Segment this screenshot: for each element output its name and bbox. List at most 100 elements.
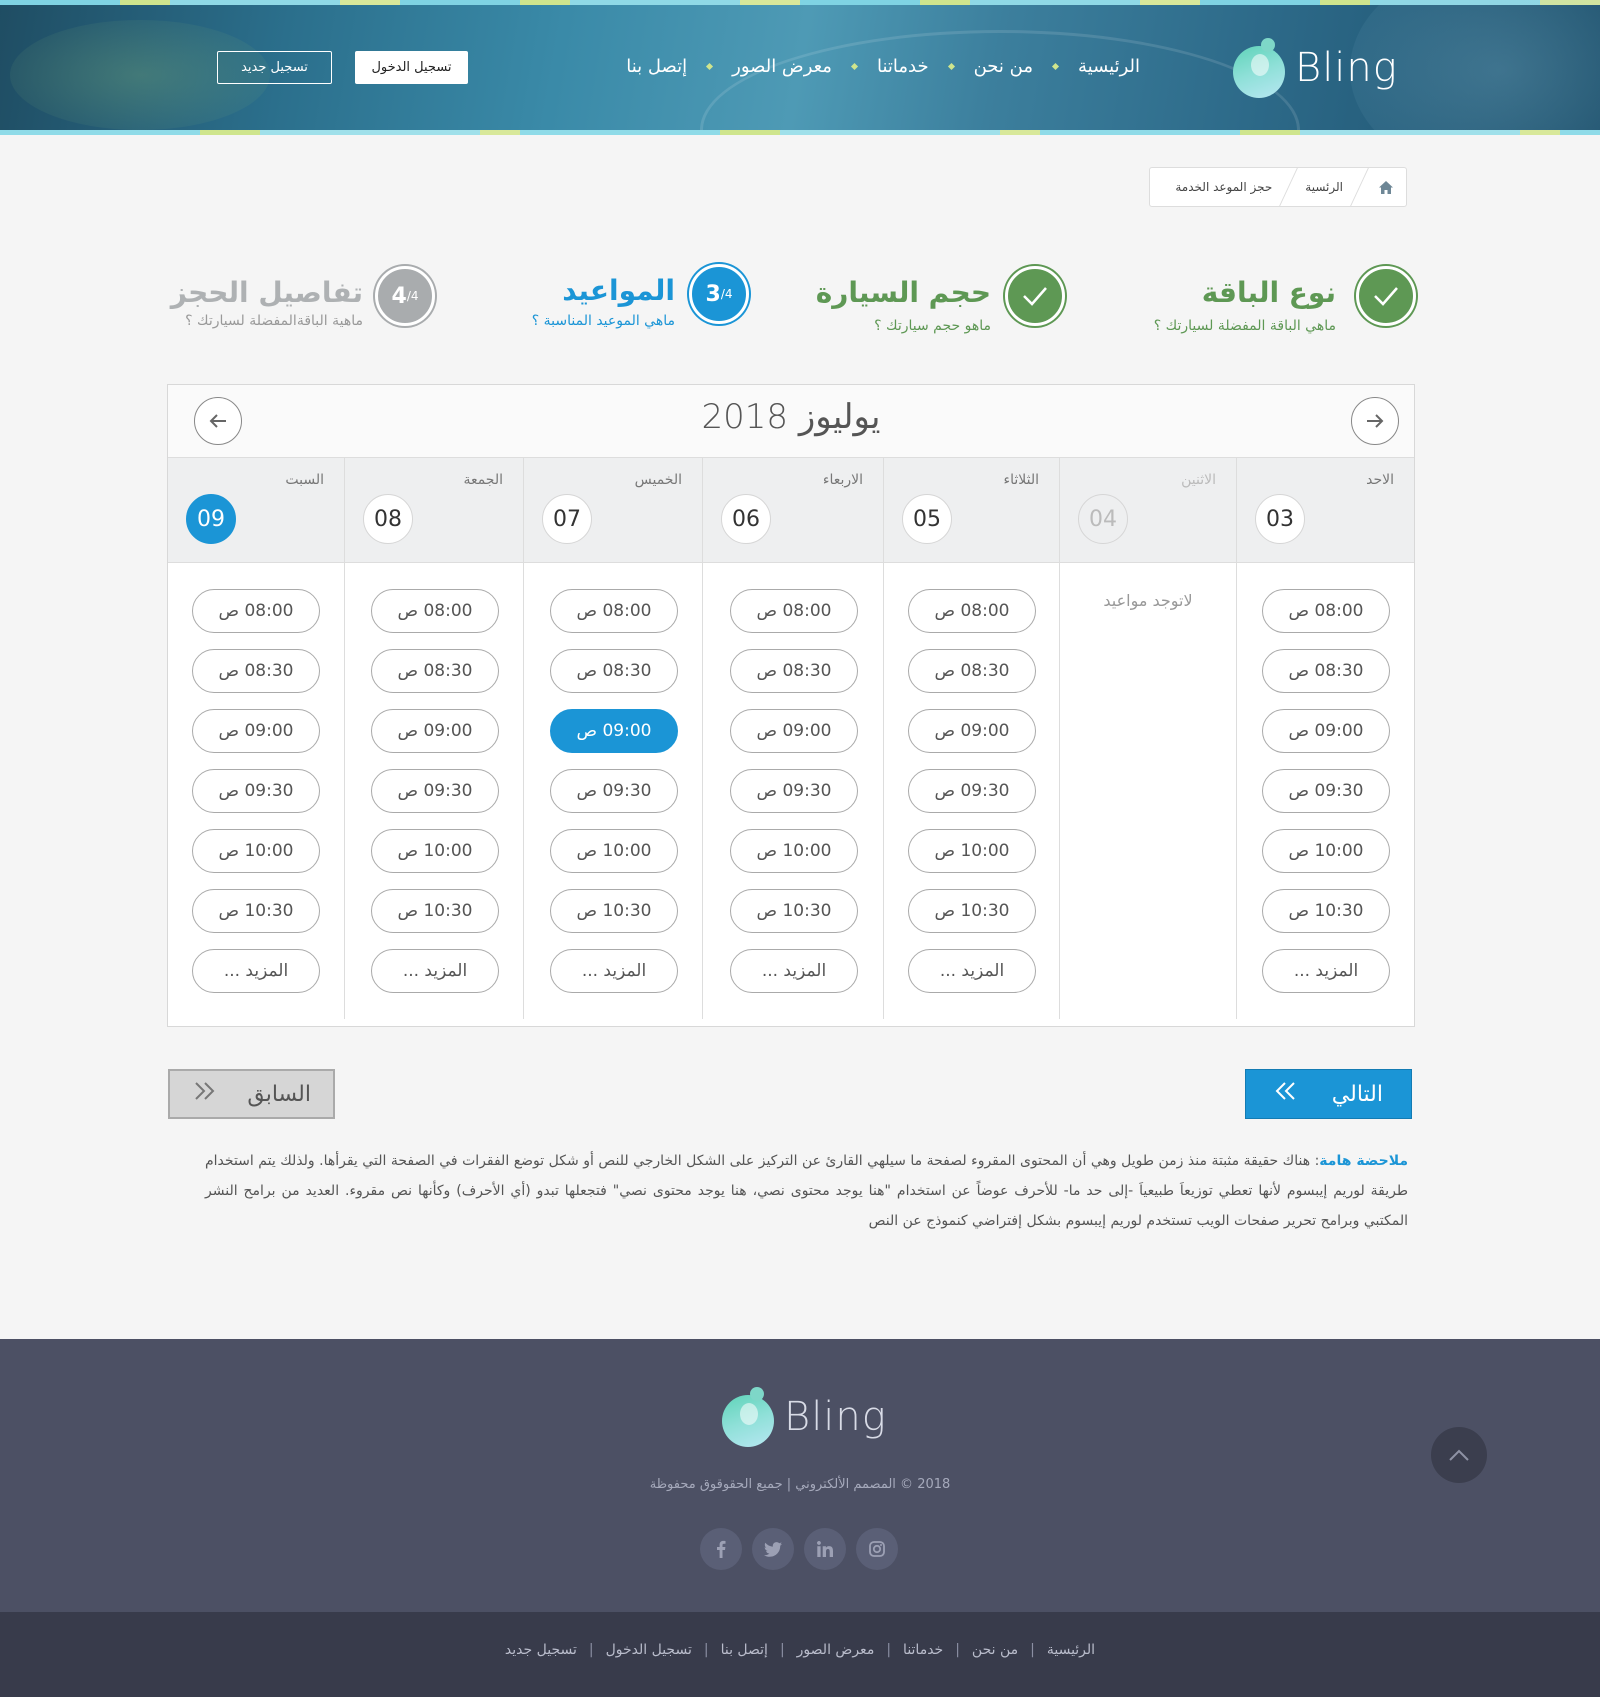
instagram-icon[interactable] (856, 1528, 898, 1570)
day-sunday[interactable]: الاحد 03 (1236, 458, 1414, 563)
nav-item-gallery[interactable]: معرض الصور (732, 56, 832, 77)
time-slot-button[interactable]: 09:00 ص (1262, 709, 1390, 753)
time-slot-button[interactable]: 09:00 ص (908, 709, 1036, 753)
time-slot-button[interactable]: 10:30 ص (550, 889, 678, 933)
day-wednesday[interactable]: الاربعاء 06 (702, 458, 883, 563)
footer-link-gallery[interactable]: معرض الصور (785, 1642, 887, 1658)
calendar-days-row: الاحد 03 الاثنين 04 الثلاثاء 05 الاربعاء… (168, 458, 1414, 563)
time-slot-button[interactable]: 08:30 ص (1262, 649, 1390, 693)
time-slot-button[interactable]: 10:30 ص (192, 889, 320, 933)
time-slot-button[interactable]: 09:30 ص (192, 769, 320, 813)
time-slot-button[interactable]: 09:00 ص (192, 709, 320, 753)
day-number[interactable]: 08 (363, 494, 413, 544)
note-text: هناك حقيقة مثبتة منذ زمن طويل وهي أن الم… (205, 1153, 1408, 1229)
time-slot-button[interactable]: 10:00 ص (550, 829, 678, 873)
time-slot-button[interactable]: 09:00 ص (371, 709, 499, 753)
time-slot-button[interactable]: 10:00 ص (1262, 829, 1390, 873)
time-slot-button[interactable]: 08:00 ص (730, 589, 858, 633)
linkedin-icon[interactable] (804, 1528, 846, 1570)
day-tuesday[interactable]: الثلاثاء 05 (883, 458, 1059, 563)
footer-link-home[interactable]: الرئيسية (1035, 1642, 1107, 1658)
slot-column: 08:00 ص 08:30 ص 09:00 ص 09:30 ص 10:00 ص 10:30… (168, 563, 344, 1019)
twitter-icon[interactable] (752, 1528, 794, 1570)
time-slot-button[interactable]: 09:30 ص (730, 769, 858, 813)
double-chevron-left-icon (1274, 1081, 1298, 1107)
time-slot-button[interactable]: 09:30 ص (550, 769, 678, 813)
breadcrumb-home[interactable]: الرئسية (1295, 180, 1353, 194)
footer-link-register[interactable]: تسجيل جديد (493, 1642, 589, 1658)
footer-link-about[interactable]: من نحن (960, 1642, 1030, 1658)
more-slots-button[interactable]: المزيد ... (1262, 949, 1390, 993)
time-slot-button[interactable]: 10:30 ص (371, 889, 499, 933)
time-slot-button[interactable]: 09:30 ص (371, 769, 499, 813)
prev-week-arrow-icon[interactable] (194, 397, 242, 445)
day-saturday[interactable]: السبت 09 (168, 458, 344, 563)
more-slots-button[interactable]: المزيد ... (192, 949, 320, 993)
time-slot-button[interactable]: 10:00 ص (192, 829, 320, 873)
time-slot-button[interactable]: 10:00 ص (730, 829, 858, 873)
nav-item-home[interactable]: الرئيسية (1078, 56, 1140, 77)
next-button[interactable]: التالي (1245, 1069, 1412, 1119)
register-button[interactable]: تسجيل جديد (217, 51, 332, 84)
next-week-arrow-icon[interactable] (1351, 397, 1399, 445)
day-friday[interactable]: الجمعة 08 (344, 458, 523, 563)
previous-button[interactable]: السابق (168, 1069, 335, 1119)
header-bottom-stripe (0, 130, 1600, 135)
important-note: ملاحضة هامة: هناك حقيقة مثبتة منذ زمن طو… (205, 1153, 1408, 1229)
time-slot-button[interactable]: 08:00 ص (371, 589, 499, 633)
more-slots-button[interactable]: المزيد ... (550, 949, 678, 993)
day-number[interactable]: 06 (721, 494, 771, 544)
site-logo[interactable]: Bling (1233, 36, 1398, 100)
step-title: حجم السيارة (815, 276, 991, 309)
slot-column: 08:00 ص 08:30 ص 09:00 ص 09:30 ص 10:00 ص 10:30… (883, 563, 1059, 1019)
nav-item-about[interactable]: من نحن (974, 56, 1033, 77)
time-slot-button[interactable]: 09:00 ص (730, 709, 858, 753)
logo-drop-icon (1233, 36, 1289, 100)
facebook-icon[interactable] (700, 1528, 742, 1570)
calendar-header: يوليوز 2018 (168, 385, 1414, 458)
site-header: Bling الرئيسية من نحن خدماتنا معرض الصور… (0, 0, 1600, 135)
more-slots-button[interactable]: المزيد ... (730, 949, 858, 993)
day-number[interactable]: 09 (186, 494, 236, 544)
time-slot-button[interactable]: 10:00 ص (371, 829, 499, 873)
scroll-to-top-icon[interactable] (1431, 1427, 1487, 1483)
check-icon (1356, 266, 1416, 326)
note-label: ملاحضة هامة (1319, 1153, 1408, 1169)
time-slot-button[interactable]: 08:30 ص (192, 649, 320, 693)
footer-link-contact[interactable]: إتصل بنا (709, 1642, 780, 1658)
time-slot-button[interactable]: 08:00 ص (908, 589, 1036, 633)
time-slot-button[interactable]: 08:00 ص (550, 589, 678, 633)
footer-link-login[interactable]: تسجيل الدخول (594, 1642, 704, 1658)
nav-item-contact[interactable]: إتصل بنا (626, 56, 687, 77)
time-slot-button[interactable]: 10:00 ص (908, 829, 1036, 873)
footer-link-services[interactable]: خدماتنا (891, 1642, 955, 1658)
step-number-badge: 4/4 (375, 266, 435, 326)
copyright-text: 2018 © المصمم الألكتروني | جميع الحقوقوق… (649, 1477, 951, 1492)
time-slot-button[interactable]: 10:30 ص (730, 889, 858, 933)
time-slot-button[interactable]: 08:00 ص (1262, 589, 1390, 633)
no-slots-text: لاتوجد مواعيد (1103, 591, 1193, 610)
time-slot-button[interactable]: 10:30 ص (1262, 889, 1390, 933)
time-slot-button[interactable]: 09:30 ص (908, 769, 1036, 813)
day-thursday[interactable]: الخميس 07 (523, 458, 702, 563)
home-icon[interactable] (1366, 168, 1406, 206)
nav-item-services[interactable]: خدماتنا (877, 56, 929, 77)
day-number[interactable]: 03 (1255, 494, 1305, 544)
more-slots-button[interactable]: المزيد ... (908, 949, 1036, 993)
time-slot-button[interactable]: 08:30 ص (371, 649, 499, 693)
time-slot-button[interactable]: 08:00 ص (192, 589, 320, 633)
login-button[interactable]: تسجيل الدخول (355, 51, 468, 84)
time-slot-button[interactable]: 09:30 ص (1262, 769, 1390, 813)
time-slot-button[interactable]: 08:30 ص (730, 649, 858, 693)
time-slot-button[interactable]: 09:00 ص (550, 709, 678, 753)
day-number[interactable]: 05 (902, 494, 952, 544)
time-slot-button[interactable]: 08:30 ص (908, 649, 1036, 693)
time-slot-button[interactable]: 08:30 ص (550, 649, 678, 693)
slot-column: 08:00 ص 08:30 ص 09:00 ص 09:30 ص 10:00 ص 10:30… (1236, 563, 1414, 1019)
time-slots-grid: 08:00 ص 08:30 ص 09:00 ص 09:30 ص 10:00 ص 10:30… (168, 563, 1414, 1019)
day-number[interactable]: 07 (542, 494, 592, 544)
step-title: تفاصيل الحجز (170, 276, 363, 309)
more-slots-button[interactable]: المزيد ... (371, 949, 499, 993)
footer-logo[interactable]: Bling (722, 1385, 887, 1449)
time-slot-button[interactable]: 10:30 ص (908, 889, 1036, 933)
